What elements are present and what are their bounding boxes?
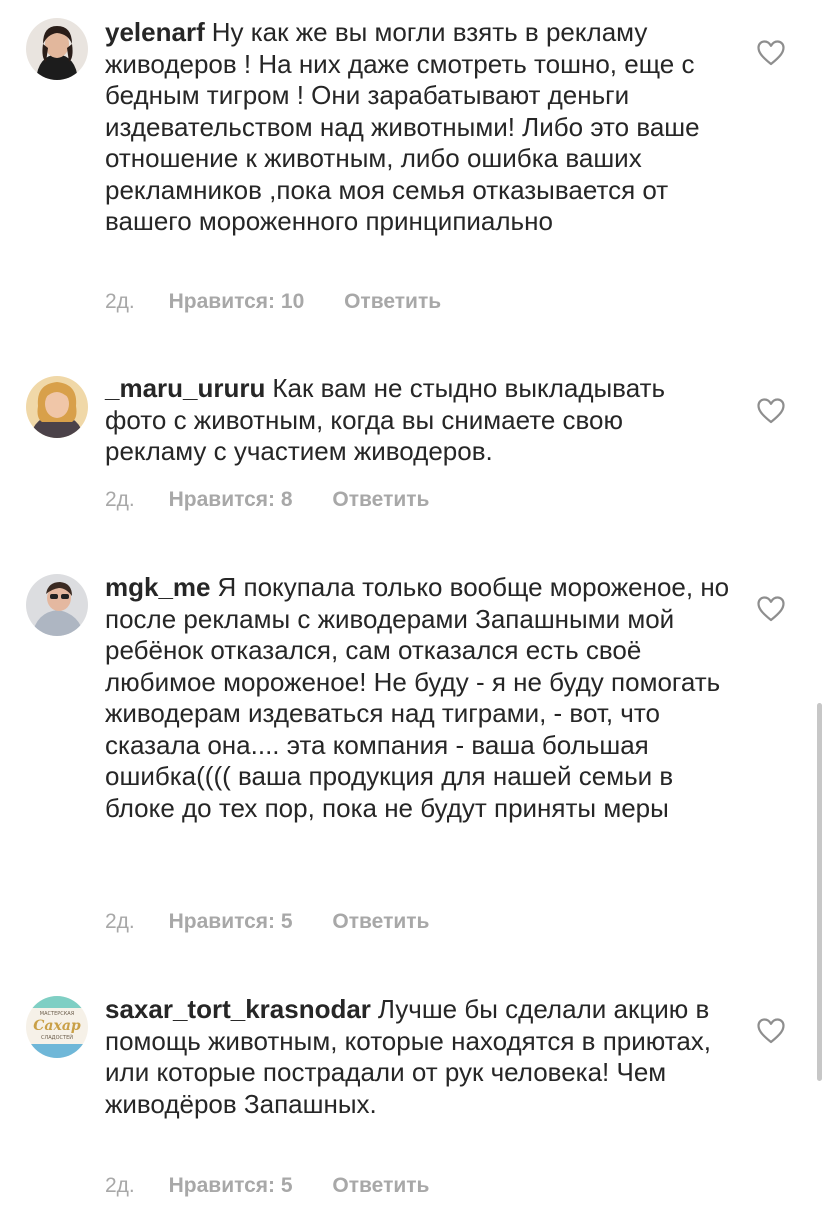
comment-text: saxar_tort_krasnodar Лучше бы сделали акц… [105, 994, 730, 1120]
comment-text: yelenarf Ну как же вы могли взять в рекла… [105, 17, 730, 238]
comment-username[interactable]: yelenarf [105, 17, 205, 47]
heart-outline-icon[interactable] [757, 596, 785, 622]
avatar[interactable] [26, 574, 88, 636]
avatar[interactable]: МАСТЕРСКАЯ Сахар СЛАДОСТЕЙ [26, 996, 88, 1058]
comment-likes[interactable]: Нравится: 10 [169, 290, 305, 314]
avatar[interactable] [26, 18, 88, 80]
comment-meta: 2д. Нравится: 5 Ответить [105, 910, 429, 934]
logo-line-3: СЛАДОСТЕЙ [41, 1034, 73, 1041]
comment-time: 2д. [105, 1174, 135, 1197]
reply-button[interactable]: Ответить [332, 488, 429, 512]
comment-body: Я покупала только вообще мороженое, но п… [105, 572, 730, 823]
comment-text: mgk_me Я покупала только вообще мороженое… [105, 572, 730, 824]
comment-likes[interactable]: Нравится: 5 [169, 910, 293, 934]
reply-button[interactable]: Ответить [332, 910, 429, 934]
heart-outline-icon[interactable] [757, 398, 785, 424]
comment-username[interactable]: saxar_tort_krasnodar [105, 994, 371, 1024]
heart-outline-icon[interactable] [757, 1018, 785, 1044]
comment-likes[interactable]: Нравится: 5 [169, 1174, 293, 1198]
comment-username[interactable]: _maru_ururu [105, 373, 265, 403]
comment-time: 2д. [105, 910, 135, 933]
comment-time: 2д. [105, 290, 135, 313]
comment-text: _maru_ururu Как вам не стыдно выкладывать… [105, 373, 730, 468]
comment-username[interactable]: mgk_me [105, 572, 211, 602]
heart-outline-icon[interactable] [757, 40, 785, 66]
logo-line-1: МАСТЕРСКАЯ [40, 1011, 74, 1017]
comment-body: Ну как же вы могли взять в рекламу живод… [105, 17, 700, 236]
scrollbar[interactable] [817, 703, 822, 1081]
comment-time: 2д. [105, 488, 135, 511]
comment-meta: 2д. Нравится: 8 Ответить [105, 488, 429, 512]
comment-meta: 2д. Нравится: 10 Ответить [105, 290, 441, 314]
avatar[interactable] [26, 376, 88, 438]
comment-meta: 2д. Нравится: 5 Ответить [105, 1174, 429, 1198]
comment-likes[interactable]: Нравится: 8 [169, 488, 293, 512]
reply-button[interactable]: Ответить [344, 290, 441, 314]
logo-line-2: Сахар [33, 1018, 81, 1034]
reply-button[interactable]: Ответить [332, 1174, 429, 1198]
